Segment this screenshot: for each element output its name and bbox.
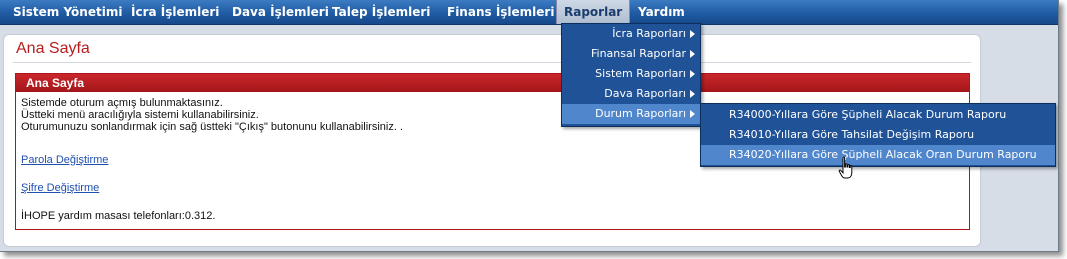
- app-window: Sistem Yönetimi İcra İşlemleri Dava İşle…: [0, 0, 1059, 252]
- submenu-item-label: R34020-Yıllara Göre Şüpheli Alacak Oran …: [729, 148, 1037, 161]
- page-title: Ana Sayfa: [16, 40, 90, 57]
- password-change-link[interactable]: Parola Değiştirme: [21, 154, 108, 166]
- submenu-item-r34020[interactable]: R34020-Yıllara Göre Şüpheli Alacak Oran …: [701, 145, 1055, 165]
- submenu-item-label: R34000-Yıllara Göre Şüpheli Alacak Durum…: [729, 108, 1007, 121]
- menu-yardim[interactable]: Yardım: [638, 0, 685, 24]
- submenu-item-label: R34010-Yıllara Göre Tahsilat Değişim Rap…: [729, 128, 975, 141]
- menu-item-label: Durum Raporları: [595, 107, 686, 120]
- menu-finans-islemleri[interactable]: Finans İşlemleri: [447, 0, 554, 24]
- cipher-change-link[interactable]: Şifre Değiştirme: [21, 182, 99, 194]
- top-menubar: Sistem Yönetimi İcra İşlemleri Dava İşle…: [0, 0, 1058, 25]
- chevron-right-icon: [690, 30, 695, 38]
- durum-raporlari-submenu: R34000-Yıllara Göre Şüpheli Alacak Durum…: [700, 103, 1056, 167]
- menu-item-label: İcra Raporları: [612, 27, 686, 40]
- raporlar-dropdown-menu: İcra Raporları Finansal Raporlar Sistem …: [561, 23, 701, 127]
- menu-item-durum-raporlari[interactable]: Durum Raporları: [562, 104, 700, 124]
- submenu-item-r34000[interactable]: R34000-Yıllara Göre Şüpheli Alacak Durum…: [701, 105, 1055, 125]
- chevron-right-icon: [690, 110, 695, 118]
- menu-item-dava-raporlari[interactable]: Dava Raporları: [562, 84, 700, 104]
- submenu-item-r34010[interactable]: R34010-Yıllara Göre Tahsilat Değişim Rap…: [701, 125, 1055, 145]
- menu-item-icra-raporlari[interactable]: İcra Raporları: [562, 24, 700, 44]
- menu-talep-islemleri[interactable]: Talep İşlemleri: [332, 0, 430, 24]
- chevron-right-icon: [690, 50, 695, 58]
- menu-item-label: Finansal Raporlar: [591, 47, 686, 60]
- chevron-right-icon: [690, 70, 695, 78]
- title-divider: [13, 62, 971, 63]
- helpdesk-phone-text: İHOPE yardım masası telefonları:0.312.: [21, 210, 216, 222]
- welcome-box-header: Ana Sayfa: [16, 74, 969, 92]
- menu-sistem-yonetimi[interactable]: Sistem Yönetimi: [13, 0, 122, 24]
- menu-raporlar[interactable]: Raporlar: [556, 0, 631, 24]
- menu-icra-islemleri[interactable]: İcra İşlemleri: [131, 0, 219, 24]
- chevron-right-icon: [690, 90, 695, 98]
- menu-item-label: Dava Raporları: [604, 87, 686, 100]
- menu-dava-islemleri[interactable]: Dava İşlemleri: [232, 0, 329, 24]
- menu-item-finansal-raporlar[interactable]: Finansal Raporlar: [562, 44, 700, 64]
- menu-item-label: Sistem Raporları: [595, 67, 686, 80]
- menu-item-sistem-raporlari[interactable]: Sistem Raporları: [562, 64, 700, 84]
- hand-pointer-cursor-icon: [838, 156, 853, 179]
